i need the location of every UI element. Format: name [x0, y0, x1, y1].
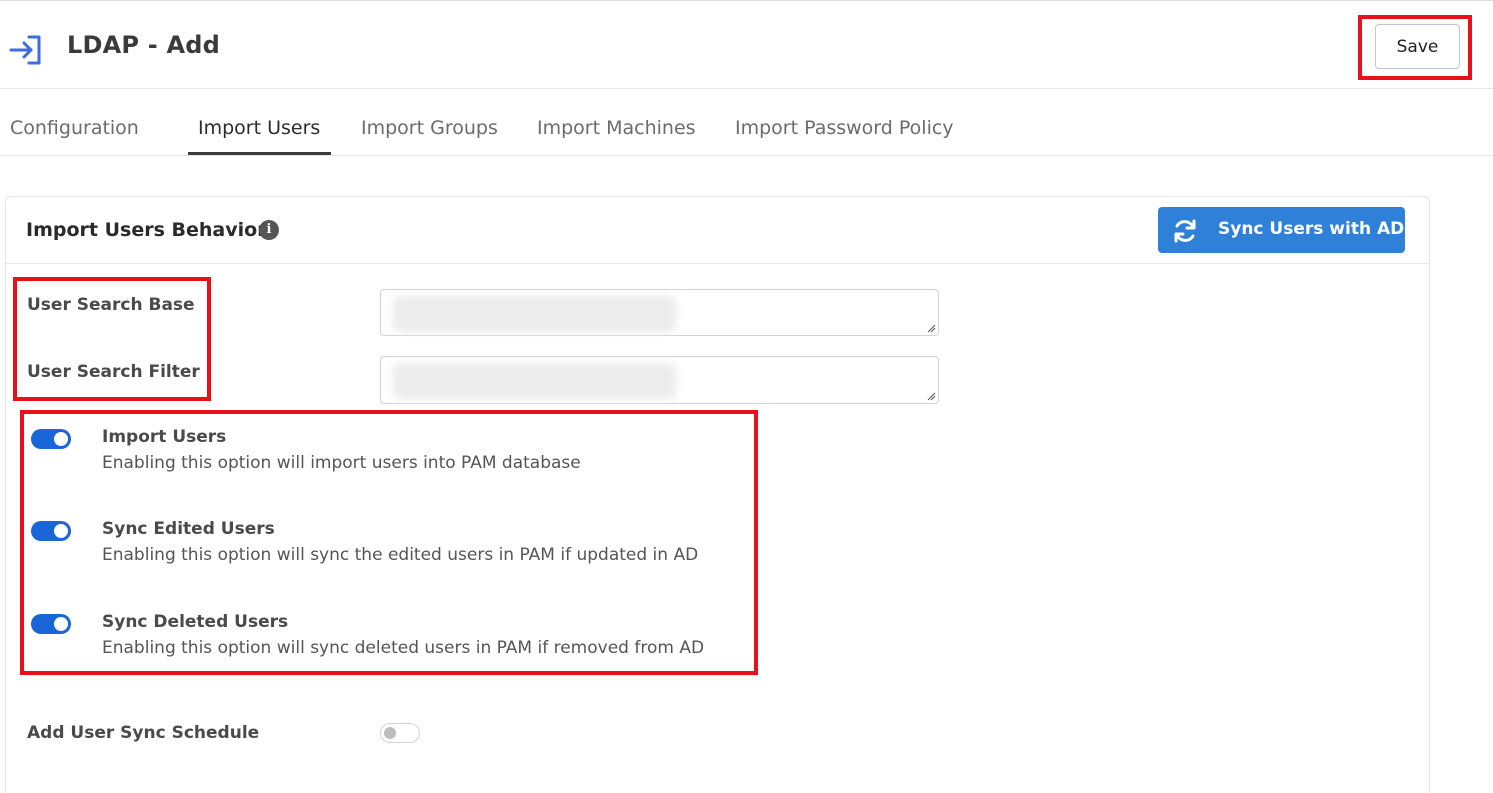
option-description: Enabling this option will sync deleted u… [102, 638, 705, 658]
resize-grip-icon[interactable] [927, 324, 936, 333]
sync-icon [1174, 219, 1196, 243]
login-icon [9, 35, 41, 65]
tab-import-users[interactable]: Import Users [198, 117, 320, 139]
sync-schedule-toggle[interactable] [380, 723, 420, 743]
option-title: Import Users [102, 427, 227, 447]
active-tab-indicator [188, 152, 331, 155]
user-search-base-field[interactable] [380, 289, 939, 336]
user-search-base-label: User Search Base [27, 295, 195, 315]
save-button[interactable]: Save [1375, 24, 1460, 69]
option-description: Enabling this option will sync the edite… [102, 545, 699, 565]
page-title: LDAP - Add [67, 31, 220, 59]
tab-import-password-policy[interactable]: Import Password Policy [735, 117, 954, 139]
sync-deleted-users-toggle[interactable] [31, 614, 71, 634]
sync-button-label: Sync Users with AD [1218, 219, 1405, 239]
card-header: Import Users Behavior i Sync Users with … [6, 197, 1429, 264]
page-header: LDAP - Add Save [0, 1, 1493, 89]
redacted-value [393, 363, 676, 399]
user-search-filter-field[interactable] [380, 356, 939, 404]
tab-import-groups[interactable]: Import Groups [361, 117, 498, 139]
redacted-value [393, 296, 676, 332]
import-users-card: Import Users Behavior i Sync Users with … [5, 196, 1430, 793]
option-title: Sync Edited Users [102, 519, 275, 539]
info-icon[interactable]: i [259, 220, 279, 240]
tab-configuration[interactable]: Configuration [10, 117, 139, 139]
sync-users-button[interactable]: Sync Users with AD [1158, 207, 1405, 253]
tab-import-machines[interactable]: Import Machines [537, 117, 696, 139]
tab-bar: Configuration Import Users Import Groups… [0, 108, 1493, 156]
import-users-toggle[interactable] [31, 429, 71, 449]
options-highlight [20, 410, 758, 675]
option-description: Enabling this option will import users i… [102, 453, 581, 473]
user-search-filter-label: User Search Filter [27, 362, 200, 382]
option-title: Sync Deleted Users [102, 612, 289, 632]
sync-schedule-label: Add User Sync Schedule [27, 723, 260, 743]
resize-grip-icon[interactable] [927, 392, 936, 401]
card-title: Import Users Behavior [26, 219, 267, 241]
sync-edited-users-toggle[interactable] [31, 521, 71, 541]
